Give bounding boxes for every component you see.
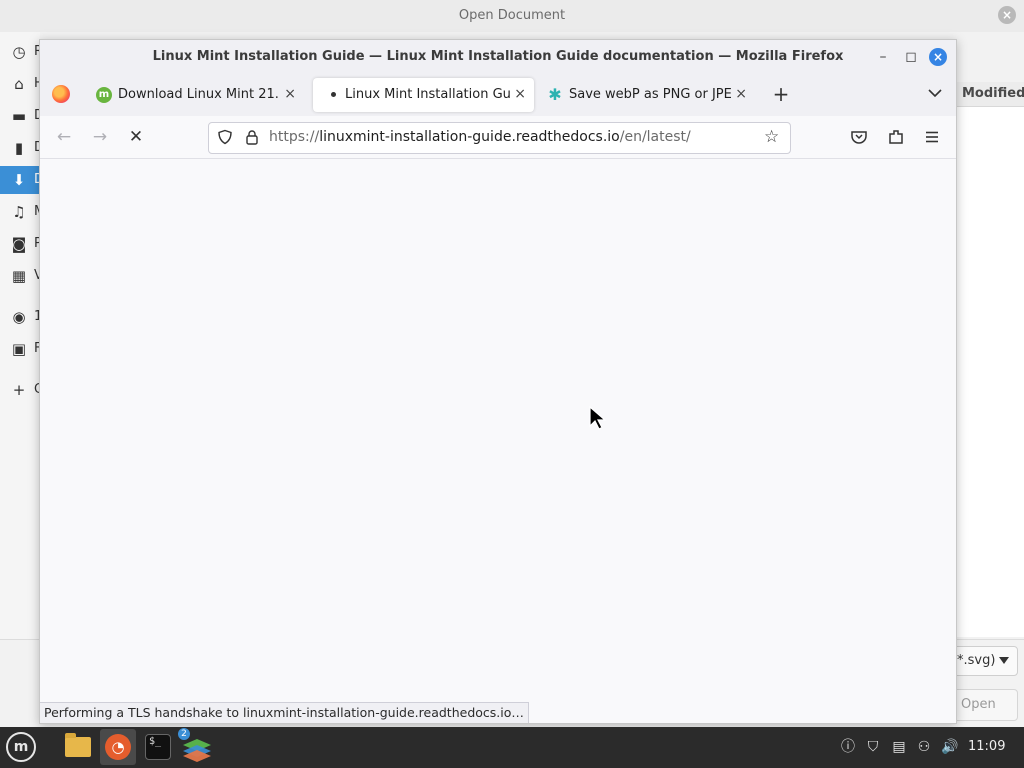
mint-icon: m <box>96 87 112 103</box>
workspace-badge: 2 <box>178 728 190 740</box>
url-host: linuxmint-installation-guide.readthedocs… <box>319 129 620 145</box>
tab-close-icon[interactable]: × <box>284 86 296 102</box>
open-button-label: Open <box>961 697 996 712</box>
firefox-titlebar[interactable]: Linux Mint Installation Guide — Linux Mi… <box>40 40 956 74</box>
open-button[interactable]: Open <box>950 689 1018 721</box>
loading-dot-icon <box>331 92 336 97</box>
dialog-title: Open Document <box>458 8 566 23</box>
update-manager-icon[interactable]: ⓘ <box>839 738 857 756</box>
tab-download-linux-mint[interactable]: m Download Linux Mint 21.3 - × <box>86 78 304 112</box>
sidebar-item-videos[interactable]: ▦ V <box>0 262 43 290</box>
tab-label: Save webP as PNG or JPEG ( <box>569 87 731 102</box>
folder-icon <box>65 733 91 757</box>
url-path: /en/latest/ <box>619 129 691 145</box>
status-panel: Performing a TLS handshake to linuxmint-… <box>40 702 529 723</box>
url-scheme: https:// <box>269 129 320 145</box>
sidebar-item-downloads[interactable]: ⬇ D <box>0 166 44 194</box>
maximize-button[interactable]: ◻ <box>902 48 920 66</box>
sidebar-item-desktop[interactable]: ▬ D <box>0 102 44 130</box>
sidebar-item-other-locations[interactable]: + O <box>0 376 45 404</box>
tab-label: Linux Mint Installation Guid <box>345 87 511 102</box>
lock-icon[interactable] <box>245 129 259 145</box>
film-icon: ▦ <box>11 267 27 285</box>
terminal-icon: $_ <box>145 734 171 760</box>
window-title: Linux Mint Installation Guide — Linux Mi… <box>152 49 844 64</box>
desktop-icon: ▬ <box>11 107 27 125</box>
workspace-switcher[interactable]: 2 <box>178 728 214 765</box>
firefox-view-icon[interactable] <box>52 85 70 103</box>
new-tab-button[interactable]: + <box>770 83 792 105</box>
sidebar-item-disc[interactable]: ◉ 1 <box>0 303 42 331</box>
column-header-label: Modified <box>962 86 1024 101</box>
navigation-toolbar: ← → ✕ https://linuxmint-installation-gui… <box>40 116 956 159</box>
tab-close-icon[interactable]: × <box>735 86 747 102</box>
dialog-sidebar: ◷ R ⌂ H ▬ D ▮ D ⬇ D ♫ M ◙ P ▦ V <box>0 32 45 639</box>
status-text: Performing a TLS handshake to linuxmint-… <box>44 705 524 720</box>
pocket-icon[interactable] <box>850 128 868 146</box>
tab-label: Download Linux Mint 21.3 - <box>118 87 278 102</box>
back-button[interactable]: ← <box>53 126 75 148</box>
stop-button[interactable]: ✕ <box>125 126 147 148</box>
dialog-titlebar: Open Document × <box>0 0 1024 32</box>
bookmark-star-icon[interactable]: ☆ <box>764 128 782 146</box>
clipboard-icon[interactable]: ▤ <box>890 738 908 756</box>
mouse-pointer-icon <box>589 406 607 430</box>
camera-icon: ◙ <box>11 235 27 253</box>
clock-icon: ◷ <box>12 43 26 61</box>
drive-icon: ▣ <box>11 340 27 358</box>
shield-status-icon[interactable]: ⛉ <box>864 738 882 756</box>
url-bar[interactable]: https://linuxmint-installation-guide.rea… <box>208 122 791 154</box>
sidebar-item-home[interactable]: ⌂ H <box>0 70 44 98</box>
tab-linux-mint-installation-guide[interactable]: Linux Mint Installation Guid × <box>313 78 534 112</box>
dialog-close-icon[interactable]: × <box>998 6 1016 24</box>
files-launcher[interactable] <box>60 729 96 765</box>
page-content-area[interactable] <box>40 159 956 723</box>
hamburger-menu-icon[interactable] <box>923 128 941 146</box>
column-header-modified[interactable]: Modified <box>956 82 1024 107</box>
plus-icon: + <box>12 381 26 399</box>
firefox-window: Linux Mint Installation Guide — Linux Mi… <box>39 39 957 724</box>
tracking-protection-shield-icon[interactable] <box>217 129 233 145</box>
clock[interactable]: 11:09 <box>968 739 1005 754</box>
disc-icon: ◉ <box>12 308 26 326</box>
volume-icon[interactable]: 🔊 <box>941 738 959 756</box>
firefox-icon: ◔ <box>105 734 131 760</box>
home-icon: ⌂ <box>14 75 24 93</box>
terminal-launcher[interactable]: $_ <box>140 729 176 765</box>
list-all-tabs-icon[interactable] <box>926 84 944 102</box>
chevron-down-icon <box>999 657 1009 664</box>
firefox-launcher[interactable]: ◔ <box>100 729 136 765</box>
document-icon: ▮ <box>14 139 24 157</box>
taskbar: m ◔ $_ 2 ⓘ ⛉ ▤ ⚇ 🔊 11:09 <box>0 727 1024 768</box>
music-icon: ♫ <box>12 203 26 221</box>
minimize-button[interactable]: – <box>874 48 892 66</box>
sidebar-item-pictures[interactable]: ◙ P <box>0 230 42 258</box>
file-type-filter[interactable]: *.svg) <box>950 646 1018 676</box>
sidebar-item-recent[interactable]: ◷ R <box>0 38 43 66</box>
sidebar-item-music[interactable]: ♫ M <box>0 198 45 226</box>
network-icon[interactable]: ⚇ <box>915 738 933 756</box>
extensions-puzzle-icon[interactable] <box>887 128 905 146</box>
tab-save-webp[interactable]: ✱ Save webP as PNG or JPEG ( × <box>537 78 755 112</box>
tab-bar: m Download Linux Mint 21.3 - × Linux Min… <box>40 74 956 116</box>
tab-close-icon[interactable]: × <box>514 86 526 102</box>
download-icon: ⬇ <box>12 171 26 189</box>
sidebar-item-filesystem[interactable]: ▣ F <box>0 335 42 363</box>
filter-value: *.svg) <box>957 653 996 668</box>
file-list[interactable] <box>956 107 1024 637</box>
mint-menu-button[interactable]: m <box>6 732 36 762</box>
url-text[interactable]: https://linuxmint-installation-guide.rea… <box>269 129 691 145</box>
close-button[interactable]: × <box>929 48 947 66</box>
puzzle-star-icon: ✱ <box>548 85 562 104</box>
sidebar-item-documents[interactable]: ▮ D <box>0 134 44 162</box>
forward-button[interactable]: → <box>89 126 111 148</box>
